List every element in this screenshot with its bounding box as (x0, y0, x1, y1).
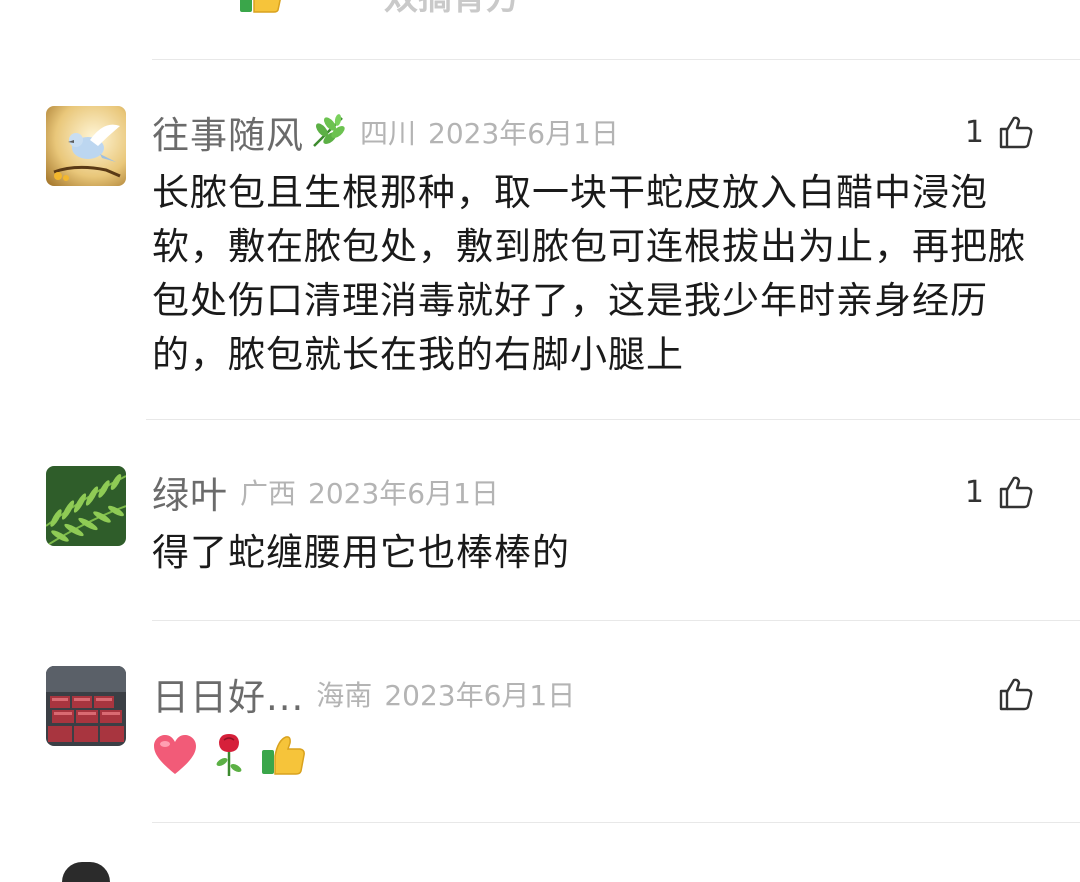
divider (152, 59, 1080, 60)
thumbs-up-emoji-icon (262, 736, 305, 775)
comment-text: 得了蛇缠腰用它也棒棒的 (152, 531, 570, 574)
avatar[interactable] (46, 466, 126, 546)
stacked-boxes-avatar-icon (46, 666, 126, 746)
comment-emoji-row (152, 732, 306, 778)
like-button[interactable]: 1 (965, 464, 1034, 520)
author-name[interactable]: 往事随风 (152, 105, 304, 159)
comment-date: 2023年6月1日 (384, 679, 576, 712)
leaf-badge-icon (313, 114, 345, 147)
like-count: 1 (964, 474, 984, 510)
comment-region: 四川 (360, 117, 417, 150)
like-button[interactable]: 1 (965, 104, 1034, 160)
avatar[interactable] (46, 106, 126, 186)
comment-region: 海南 (316, 679, 373, 712)
partial-comment-text: 双搞育方 (384, 0, 520, 18)
divider (152, 620, 1080, 621)
author-name[interactable]: 绿叶 (152, 465, 228, 519)
avatar[interactable] (46, 666, 126, 746)
comment-meta: 往事随风 四川 2023年6月1日 (152, 104, 619, 160)
like-count: 1 (964, 114, 984, 150)
fern-avatar-icon (46, 466, 126, 546)
thumbs-up-icon (999, 116, 1033, 149)
author-name[interactable]: 日日好... (152, 667, 304, 721)
rose-emoji-icon (216, 734, 242, 776)
like-button[interactable] (998, 666, 1034, 722)
divider (152, 822, 1080, 823)
partial-comment: 双搞育方 (0, 0, 1080, 60)
thumbs-up-emoji-icon (240, 0, 281, 13)
comment-date: 2023年6月1日 (428, 117, 619, 150)
dove-avatar-icon (46, 106, 126, 186)
comment-meta: 绿叶 广西 2023年6月1日 (152, 464, 499, 520)
divider (146, 419, 1080, 420)
comment-meta: 日日好... 海南 2023年6月1日 (152, 666, 575, 722)
thumbs-up-icon (999, 476, 1033, 509)
comment-text: 长脓包且生根那种，取一块干蛇皮放入白醋中浸泡软，敷在脓包处，敷到脓包可连根拔出为… (152, 171, 1026, 376)
comment-date: 2023年6月1日 (308, 477, 499, 510)
avatar[interactable] (62, 862, 110, 882)
comment-region: 广西 (240, 477, 297, 510)
thumbs-up-icon (999, 678, 1033, 711)
heart-emoji-icon (154, 735, 196, 774)
